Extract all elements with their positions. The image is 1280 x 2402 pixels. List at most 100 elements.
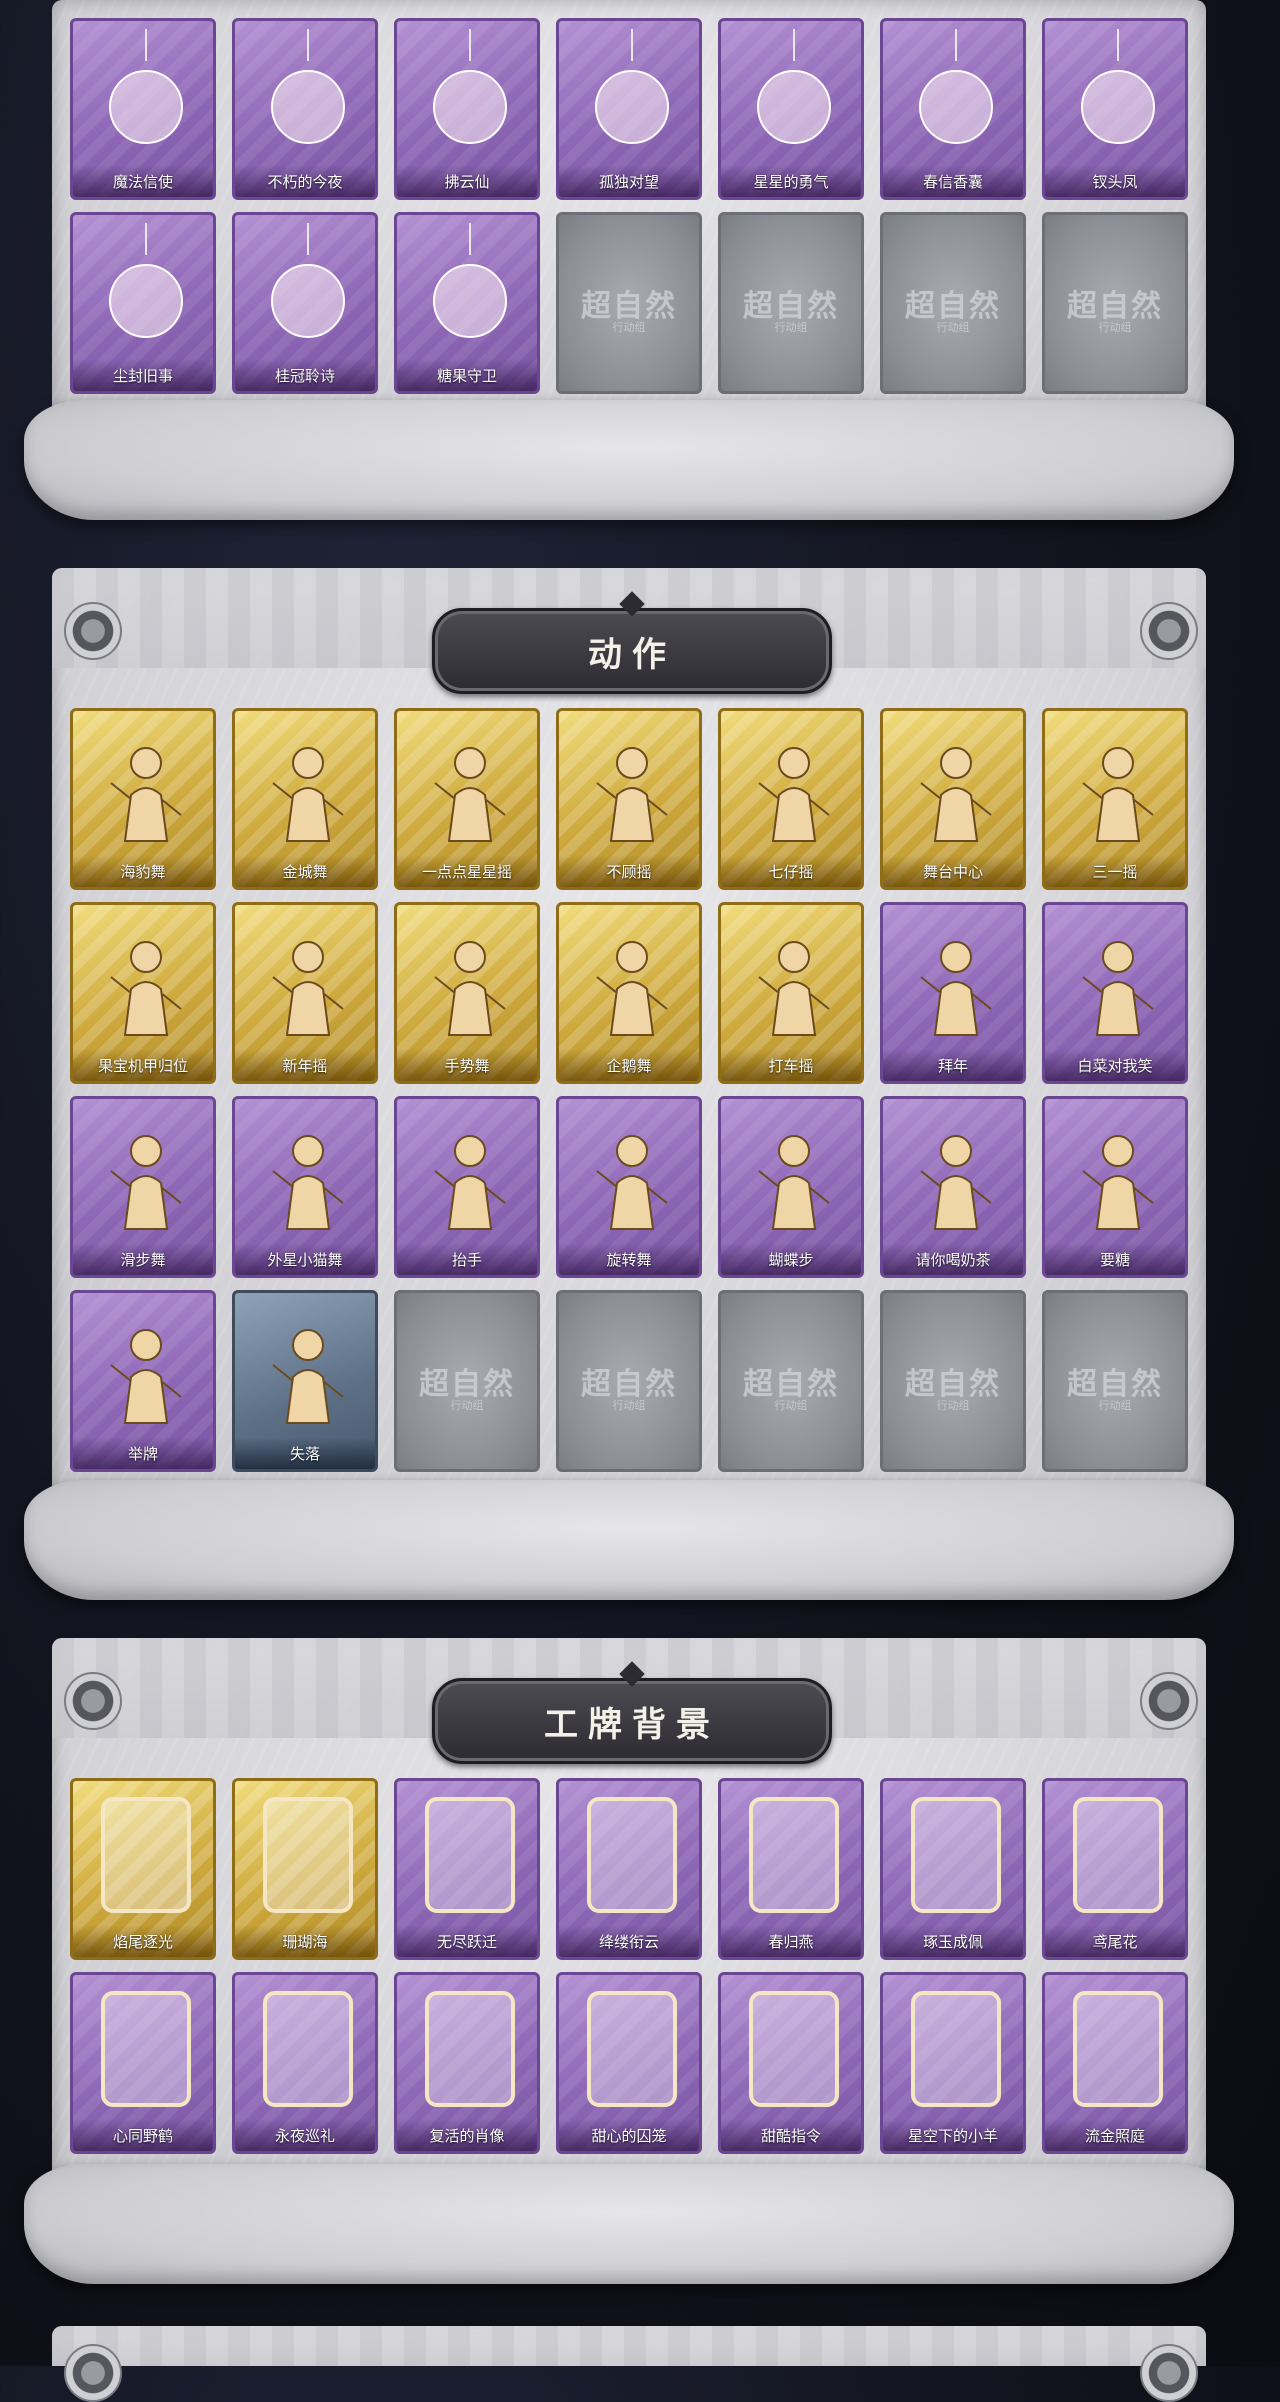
action-card[interactable]: 金城舞 bbox=[232, 708, 378, 890]
action-card[interactable]: 蝴蝶步 bbox=[718, 1096, 864, 1278]
card-label: 魔法信使 bbox=[73, 165, 213, 197]
pendant-card[interactable]: 糖果守卫 bbox=[394, 212, 540, 394]
action-card[interactable]: 海豹舞 bbox=[70, 708, 216, 890]
watermark-subtext: 行动组 bbox=[936, 1399, 970, 1412]
action-card[interactable]: 白菜对我笑 bbox=[1042, 902, 1188, 1084]
corner-emblem-icon bbox=[64, 2344, 122, 2402]
card-label: 鸢尾花 bbox=[1045, 1925, 1185, 1957]
action-card[interactable]: 七仔摇 bbox=[718, 708, 864, 890]
pendant-icon bbox=[757, 29, 831, 144]
pendant-card[interactable]: 星星的勇气 bbox=[718, 18, 864, 200]
pendant-card[interactable]: 拂云仙 bbox=[394, 18, 540, 200]
dance-figure-icon bbox=[1082, 1135, 1154, 1230]
dance-figure-icon bbox=[434, 941, 506, 1036]
card-label: 手势舞 bbox=[397, 1049, 537, 1081]
card-label: 七仔摇 bbox=[721, 855, 861, 887]
card-label: 春信香囊 bbox=[883, 165, 1023, 197]
card-label: 永夜巡礼 bbox=[235, 2119, 375, 2151]
action-card[interactable]: 旋转舞 bbox=[556, 1096, 702, 1278]
badge-background-card[interactable]: 星空下的小羊 bbox=[880, 1972, 1026, 2154]
action-card[interactable]: 一点点星星摇 bbox=[394, 708, 540, 890]
card-label: 绛缕衔云 bbox=[559, 1925, 699, 1957]
watermark-subtext: 行动组 bbox=[612, 321, 646, 334]
action-card[interactable]: 要糖 bbox=[1042, 1096, 1188, 1278]
badge-background-card[interactable]: 春归燕 bbox=[718, 1778, 864, 1960]
dance-figure-icon bbox=[434, 747, 506, 842]
pendant-icon bbox=[433, 223, 507, 338]
corner-emblem-icon bbox=[1140, 1672, 1198, 1730]
badge-background-card[interactable]: 流金照庭 bbox=[1042, 1972, 1188, 2154]
action-card[interactable]: 舞台中心 bbox=[880, 708, 1026, 890]
card-label: 抬手 bbox=[397, 1243, 537, 1275]
actions-scroll-bottom bbox=[24, 1480, 1234, 1600]
action-card[interactable]: 手势舞 bbox=[394, 902, 540, 1084]
action-card[interactable]: 拜年 bbox=[880, 902, 1026, 1084]
card-label: 甜心的囚笼 bbox=[559, 2119, 699, 2151]
card-label: 果宝机甲归位 bbox=[73, 1049, 213, 1081]
pendant-card[interactable]: 不朽的今夜 bbox=[232, 18, 378, 200]
corner-emblem-icon bbox=[64, 1672, 122, 1730]
pendant-icon bbox=[919, 29, 993, 144]
badge-backgrounds-title-text: 工牌背景 bbox=[544, 1704, 720, 1745]
card-label: 企鹅舞 bbox=[559, 1049, 699, 1081]
dance-figure-icon bbox=[758, 747, 830, 842]
action-card[interactable]: 新年摇 bbox=[232, 902, 378, 1084]
pendant-card[interactable]: 魔法信使 bbox=[70, 18, 216, 200]
badge-background-card[interactable]: 心同野鹤 bbox=[70, 1972, 216, 2154]
action-card[interactable]: 抬手 bbox=[394, 1096, 540, 1278]
card-label: 打车摇 bbox=[721, 1049, 861, 1081]
empty-slot: 超自然 行动组 bbox=[556, 1290, 702, 1472]
badge-background-card[interactable]: 焰尾逐光 bbox=[70, 1778, 216, 1960]
pendants-scroll-bottom bbox=[24, 400, 1234, 520]
pendant-card[interactable]: 桂冠聆诗 bbox=[232, 212, 378, 394]
action-card[interactable]: 滑步舞 bbox=[70, 1096, 216, 1278]
card-label: 糖果守卫 bbox=[397, 359, 537, 391]
action-card[interactable]: 举牌 bbox=[70, 1290, 216, 1472]
pendant-card[interactable]: 春信香囊 bbox=[880, 18, 1026, 200]
corner-emblem-icon bbox=[1140, 602, 1198, 660]
badge-background-card[interactable]: 绛缕衔云 bbox=[556, 1778, 702, 1960]
pendant-card[interactable]: 钗头凤 bbox=[1042, 18, 1188, 200]
badge-background-card[interactable]: 鸢尾花 bbox=[1042, 1778, 1188, 1960]
action-card[interactable]: 不顾摇 bbox=[556, 708, 702, 890]
badge-background-card[interactable]: 琢玉成佩 bbox=[880, 1778, 1026, 1960]
dance-figure-icon bbox=[920, 747, 992, 842]
card-label: 钗头凤 bbox=[1045, 165, 1185, 197]
dance-figure-icon bbox=[110, 747, 182, 842]
action-card[interactable]: 果宝机甲归位 bbox=[70, 902, 216, 1084]
badge-background-card[interactable]: 甜心的囚笼 bbox=[556, 1972, 702, 2154]
empty-slot: 超自然 行动组 bbox=[718, 212, 864, 394]
dance-figure-icon bbox=[1082, 747, 1154, 842]
corner-emblem-icon bbox=[1140, 2344, 1198, 2402]
action-card[interactable]: 三一摇 bbox=[1042, 708, 1188, 890]
watermark-subtext: 行动组 bbox=[1098, 321, 1132, 334]
dance-figure-icon bbox=[434, 1135, 506, 1230]
dance-figure-icon bbox=[110, 1329, 182, 1424]
action-card[interactable]: 失落 bbox=[232, 1290, 378, 1472]
card-frame-icon bbox=[1073, 1797, 1163, 1913]
badge-background-card[interactable]: 永夜巡礼 bbox=[232, 1972, 378, 2154]
action-card[interactable]: 外星小猫舞 bbox=[232, 1096, 378, 1278]
watermark-subtext: 行动组 bbox=[936, 321, 970, 334]
pendant-icon bbox=[1081, 29, 1155, 144]
card-label: 无尽跃迁 bbox=[397, 1925, 537, 1957]
badge-background-card[interactable]: 复活的肖像 bbox=[394, 1972, 540, 2154]
action-card[interactable]: 打车摇 bbox=[718, 902, 864, 1084]
card-label: 孤独对望 bbox=[559, 165, 699, 197]
badge-background-card[interactable]: 珊瑚海 bbox=[232, 1778, 378, 1960]
empty-slot: 超自然 行动组 bbox=[394, 1290, 540, 1472]
pendant-card[interactable]: 尘封旧事 bbox=[70, 212, 216, 394]
card-label: 拂云仙 bbox=[397, 165, 537, 197]
card-frame-icon bbox=[101, 1991, 191, 2107]
action-card[interactable]: 请你喝奶茶 bbox=[880, 1096, 1026, 1278]
card-label: 星星的勇气 bbox=[721, 165, 861, 197]
empty-slot: 超自然 行动组 bbox=[880, 1290, 1026, 1472]
empty-slot: 超自然 行动组 bbox=[718, 1290, 864, 1472]
action-card[interactable]: 企鹅舞 bbox=[556, 902, 702, 1084]
dance-figure-icon bbox=[272, 747, 344, 842]
badge-background-card[interactable]: 无尽跃迁 bbox=[394, 1778, 540, 1960]
pendant-icon bbox=[433, 29, 507, 144]
badge-background-card[interactable]: 甜酷指令 bbox=[718, 1972, 864, 2154]
pendant-card[interactable]: 孤独对望 bbox=[556, 18, 702, 200]
card-label: 白菜对我笑 bbox=[1045, 1049, 1185, 1081]
